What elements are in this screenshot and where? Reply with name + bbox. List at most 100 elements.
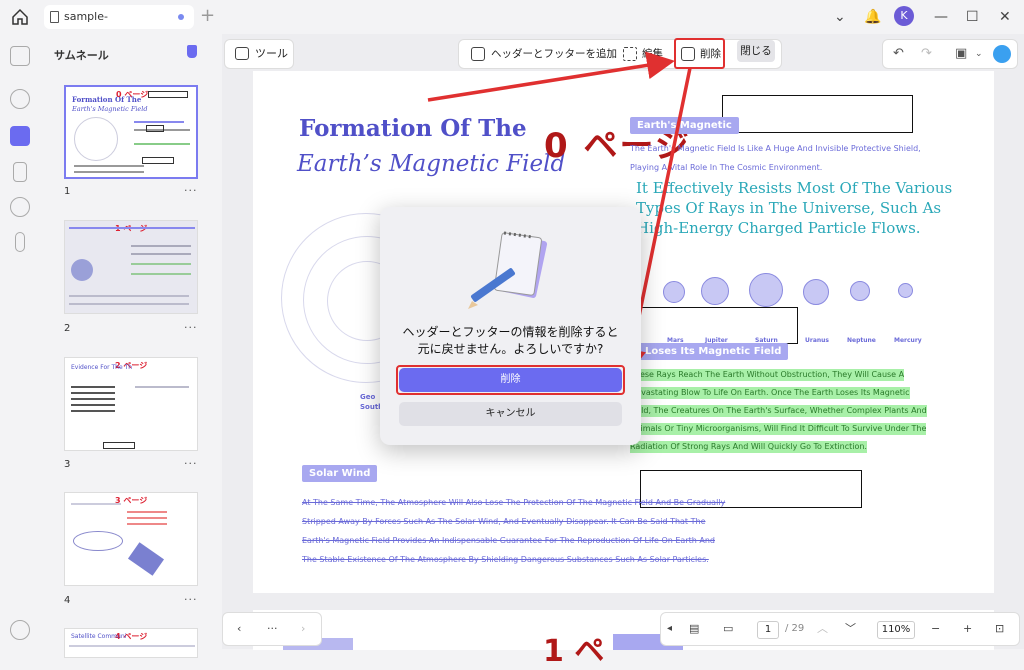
thumbnail-page-1[interactable]: Formation Of The Earth's Magnetic Field … — [64, 85, 198, 179]
chevron-left-icon[interactable]: ‹ — [237, 621, 241, 637]
dialog-message: ヘッダーとフッターの情報を削除すると 元に戻せません。よろしいですか? — [390, 324, 631, 358]
thumb-number: 2 — [64, 323, 71, 334]
planet-mars — [663, 281, 685, 303]
zoom-in-icon[interactable]: + — [963, 621, 972, 637]
thumb-number: 4 — [64, 595, 71, 606]
highlighted-line: These Rays Reach The Earth Without Obstr… — [630, 369, 905, 381]
thumb-more-button[interactable]: ··· — [184, 184, 198, 197]
ai-assistant-icon[interactable] — [993, 45, 1011, 63]
comment-icon[interactable] — [10, 197, 30, 217]
delete-highlight-box — [674, 38, 725, 69]
intro-text: The Earth's Magnetic Field Is Like A Hug… — [630, 144, 921, 153]
edit-button[interactable]: 編集 — [642, 40, 663, 68]
add-tab-icon[interactable]: + — [200, 6, 215, 26]
thumb-box — [146, 125, 164, 132]
thumbnail-page-4[interactable]: 3 ページ — [64, 492, 198, 586]
bookmark-icon[interactable] — [13, 162, 27, 182]
left-rail — [0, 34, 40, 649]
chevron-right-icon[interactable]: › — [301, 621, 305, 637]
highlight-text: High-Energy Charged Particle Flows. — [636, 219, 921, 237]
maximize-icon[interactable]: ☐ — [966, 8, 979, 26]
page-number-input[interactable]: 1 — [757, 621, 779, 639]
thumb-more-button[interactable]: ··· — [184, 321, 198, 334]
avatar[interactable]: K — [894, 6, 914, 26]
thumb-line — [131, 253, 191, 255]
next-page-icon[interactable]: ﹀ — [845, 621, 856, 637]
thumb-line — [71, 410, 115, 412]
collapse-icon[interactable]: ◂ — [667, 621, 672, 637]
thumbnail-icon[interactable] — [10, 126, 30, 146]
thumb-line — [74, 165, 144, 167]
highlighted-line: Animals Or Tiny Microorganisms, Will Fin… — [630, 423, 927, 435]
thumb-line — [135, 386, 189, 388]
more-button[interactable]: ··· — [267, 621, 278, 637]
thumb-orbit — [74, 117, 118, 161]
redo-icon[interactable]: ↷ — [921, 46, 932, 62]
document-icon — [50, 11, 59, 23]
thumb-line — [131, 273, 191, 275]
page2-number-label: 1 ペ — [543, 634, 605, 669]
header-placeholder-box — [722, 95, 913, 133]
thumb-line — [74, 171, 144, 173]
thumb-line — [134, 143, 190, 145]
save-icon[interactable]: ▣ — [955, 46, 967, 62]
layers-icon[interactable] — [10, 620, 30, 640]
section-label-solar-wind: Solar Wind — [302, 465, 378, 482]
planet-label: Uranus — [805, 337, 829, 344]
thumbnail-page-2[interactable]: 1 ページ — [64, 220, 198, 314]
strikethrough-line: The Stable Existence Of The Atmosphere B… — [302, 555, 709, 564]
thumbnail-page-3[interactable]: 2 ページ Evidence For The Th — [64, 357, 198, 451]
thumb-line — [69, 303, 189, 305]
strikethrough-line: Stripped Away By Forces Such As The Sola… — [302, 517, 706, 526]
thumb-line — [131, 245, 191, 247]
pin-icon[interactable] — [187, 45, 197, 58]
home-icon[interactable] — [11, 8, 29, 26]
header-footer-icon — [471, 47, 485, 61]
zoom-out-icon[interactable]: − — [931, 621, 940, 637]
notepad-pencil-icon — [468, 231, 548, 309]
strikethrough-line: At The Same Time, The Atmosphere Will Al… — [302, 498, 726, 507]
cancel-button[interactable]: キャンセル — [399, 402, 622, 426]
thumb-line — [127, 523, 167, 525]
thumbnail-panel: サムネール Formation Of The Earth's Magnetic … — [40, 34, 220, 658]
prev-page-icon[interactable]: ︿ — [817, 621, 828, 637]
highlight-text: It Effectively Resists Most Of The Vario… — [636, 179, 953, 197]
search-icon[interactable] — [10, 89, 30, 109]
chevron-down-icon[interactable]: ⌄ — [834, 8, 846, 26]
attachment-icon[interactable] — [15, 232, 25, 252]
thumb-more-button[interactable]: ··· — [184, 593, 198, 606]
close-button[interactable]: 閉じる — [737, 40, 775, 62]
close-window-icon[interactable]: ✕ — [999, 8, 1011, 26]
highlight-text: Types Of Rays in The Universe, Such As — [636, 199, 942, 217]
planet-label: Neptune — [847, 337, 876, 344]
highlighted-line: Field, The Creatures On The Earth's Surf… — [630, 405, 927, 417]
section-label-loses-field: Loses Its Magnetic Field — [638, 343, 789, 360]
thumb-line — [127, 517, 167, 519]
page-subtitle: Earth’s Magnetic Field — [297, 151, 566, 177]
tools-button[interactable]: ツール — [224, 39, 294, 69]
thumb-diagram — [73, 531, 123, 551]
page-title: Formation Of The — [299, 115, 527, 142]
planet-label: Mercury — [894, 337, 922, 344]
planet-saturn — [749, 273, 783, 307]
thumb-line — [69, 227, 195, 229]
header-footer-toolbar: ヘッダーとフッターを追加 編集 削除 — [458, 39, 782, 69]
thumb-globe — [71, 259, 93, 281]
zoom-level[interactable]: 110% — [877, 621, 915, 639]
chevron-down-icon[interactable]: ⌄ — [975, 46, 983, 62]
toolbox-icon — [235, 47, 249, 60]
intro-text: Playing A Vital Role In The Cosmic Envir… — [630, 163, 823, 172]
undo-icon[interactable]: ↶ — [893, 46, 904, 62]
grid-icon[interactable] — [10, 46, 30, 66]
present-icon[interactable]: ▭ — [723, 621, 733, 637]
fit-page-icon[interactable]: ⊡ — [995, 621, 1004, 637]
thumbnail-page-5[interactable]: 4 ページ Satellite Communi — [64, 628, 198, 658]
notification-icon[interactable]: 🔔 — [864, 8, 881, 26]
thumb-satellite — [127, 542, 165, 576]
minimize-icon[interactable]: — — [934, 8, 948, 26]
dialog-message-line: ヘッダーとフッターの情報を削除すると — [402, 325, 619, 339]
reading-mode-icon[interactable]: ▤ — [689, 621, 699, 637]
thumb-more-button[interactable]: ··· — [184, 457, 198, 470]
document-tab[interactable]: sample-file...table_Copy1 — [44, 5, 194, 47]
add-header-footer-button[interactable]: ヘッダーとフッターを追加 — [491, 40, 617, 68]
